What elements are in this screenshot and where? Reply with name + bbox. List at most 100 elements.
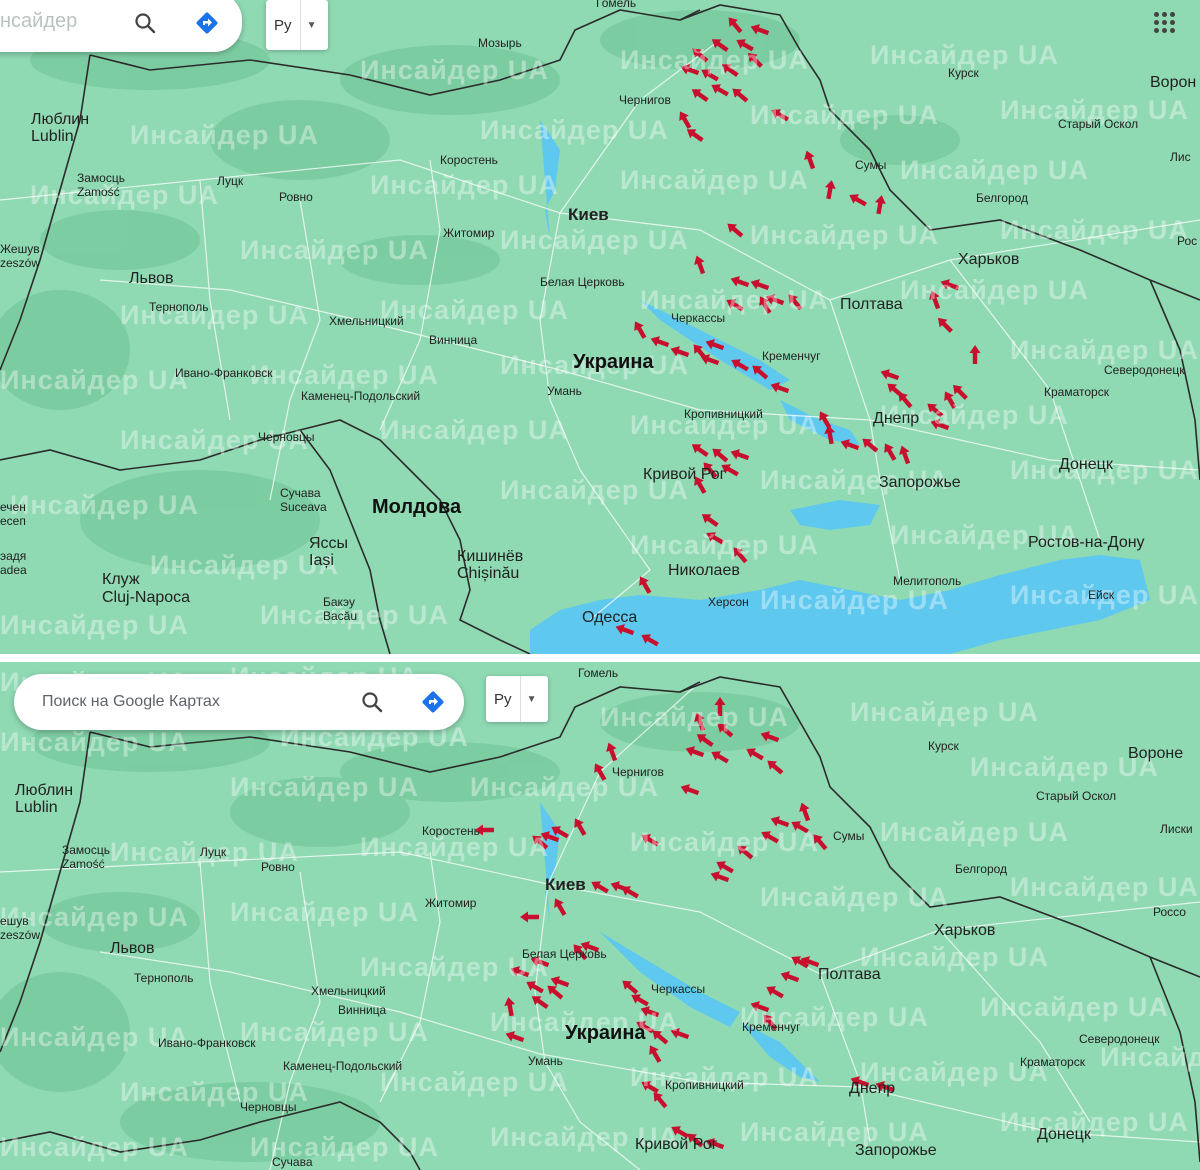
city-label[interactable]: Полтава	[840, 296, 903, 314]
city-label[interactable]: Чернигов	[619, 93, 671, 107]
city-label[interactable]: Краматорск	[1020, 1055, 1085, 1069]
city-label-capital[interactable]: Киев	[568, 205, 609, 224]
city-label[interactable]: Замосць Zamość	[77, 171, 125, 199]
chevron-down-icon[interactable]: ▼	[299, 0, 323, 50]
search-icon[interactable]	[130, 8, 160, 38]
city-label[interactable]: Ворон	[1150, 74, 1196, 92]
city-label-capital[interactable]: Кишинёв Chișinău	[457, 548, 523, 582]
map-canvas[interactable]	[0, 662, 1200, 1170]
city-label[interactable]: Днепр	[873, 410, 919, 428]
city-label[interactable]: Кривой Рог	[635, 1136, 717, 1154]
city-label[interactable]: Рос	[1177, 234, 1197, 248]
city-label[interactable]: Херсон	[708, 595, 749, 609]
apps-grid-icon[interactable]	[1154, 12, 1175, 33]
city-label[interactable]: Северодонецк	[1079, 1032, 1159, 1046]
city-label[interactable]: Запорожье	[879, 474, 961, 492]
directions-icon[interactable]	[192, 8, 222, 38]
city-label[interactable]: Курск	[948, 66, 979, 80]
search-box[interactable]: Поиск на Google Картах	[14, 674, 464, 730]
city-label[interactable]: Белгород	[976, 191, 1028, 205]
city-label[interactable]: Старый Оскол	[1036, 789, 1116, 803]
city-label[interactable]: Умань	[547, 384, 582, 398]
language-selector[interactable]: Ру ▼	[266, 0, 328, 50]
city-label[interactable]: Луцк	[217, 174, 243, 188]
city-label[interactable]: Умань	[528, 1054, 563, 1068]
city-label[interactable]: Черкассы	[651, 982, 705, 996]
city-label[interactable]: Запорожье	[855, 1142, 937, 1160]
city-label[interactable]: ечен есеп	[0, 500, 26, 528]
city-label[interactable]: Хмельницкий	[311, 984, 386, 998]
city-label[interactable]: Лис	[1170, 150, 1191, 164]
city-label[interactable]: Ейск	[1088, 588, 1114, 602]
city-label[interactable]: Ростов-на-Дону	[1028, 534, 1145, 552]
city-label[interactable]: Одесса	[582, 609, 637, 627]
city-label[interactable]: Старый Оскол	[1058, 117, 1138, 131]
city-label[interactable]: Луцк	[200, 845, 226, 859]
city-label[interactable]: Днепр	[849, 1080, 895, 1098]
city-label[interactable]: Житомир	[425, 896, 476, 910]
city-label[interactable]: Гомель	[578, 666, 618, 680]
city-label[interactable]: Харьков	[958, 251, 1019, 269]
city-label[interactable]: Каменец-Подольский	[283, 1059, 402, 1073]
search-box[interactable]: нсайдер	[0, 0, 242, 52]
directions-icon[interactable]	[418, 687, 448, 717]
search-input[interactable]: нсайдер	[0, 10, 77, 33]
city-label[interactable]: Белая Церковь	[522, 947, 607, 961]
language-selector[interactable]: Ру ▼	[486, 676, 548, 722]
map-panel-bottom[interactable]: Инсайдер UA Инсайдер UA Инсайдер UA Инса…	[0, 662, 1200, 1170]
city-label[interactable]: Тернополь	[149, 300, 208, 314]
city-label[interactable]: Донецк	[1059, 456, 1113, 474]
city-label[interactable]: Полтава	[818, 966, 881, 984]
city-label[interactable]: Сучава Suceava	[280, 486, 327, 514]
city-label[interactable]: Северодонецк	[1104, 363, 1184, 377]
city-label[interactable]: Житомир	[443, 226, 494, 240]
city-label[interactable]: Ивано-Франковск	[175, 366, 272, 380]
city-label[interactable]: Хмельницкий	[329, 314, 404, 328]
city-label[interactable]: Каменец-Подольский	[301, 389, 420, 403]
city-label[interactable]: Лиски	[1160, 822, 1193, 836]
search-input[interactable]: Поиск на Google Картах	[42, 693, 220, 711]
city-label[interactable]: Винница	[429, 333, 477, 347]
city-label[interactable]: Ивано-Франковск	[158, 1036, 255, 1050]
city-label[interactable]: Кременчуг	[762, 349, 821, 363]
city-label[interactable]: Кропивницкий	[684, 407, 763, 421]
city-label[interactable]: Харьков	[934, 922, 995, 940]
city-label[interactable]: Львов	[129, 270, 174, 288]
city-label[interactable]: Люблин Lublin	[31, 111, 89, 145]
city-label[interactable]: Белая Церковь	[540, 275, 625, 289]
city-label[interactable]: Ровно	[261, 860, 295, 874]
city-label[interactable]: Бакэу Bacău	[323, 595, 357, 623]
city-label[interactable]: ешув zeszów	[0, 914, 40, 942]
city-label[interactable]: Чернигов	[612, 765, 664, 779]
city-label[interactable]: Белгород	[955, 862, 1007, 876]
city-label[interactable]: Тернополь	[134, 971, 193, 985]
search-icon[interactable]	[357, 687, 387, 717]
city-label[interactable]: Черновцы	[258, 430, 315, 444]
city-label[interactable]: Кременчуг	[742, 1020, 801, 1034]
map-canvas[interactable]	[0, 0, 1200, 654]
city-label[interactable]: Сучава	[272, 1155, 313, 1169]
city-label[interactable]: Люблин Lublin	[15, 782, 73, 816]
city-label[interactable]: Курск	[928, 739, 959, 753]
city-label[interactable]: Винница	[338, 1003, 386, 1017]
city-label[interactable]: Кривой Рог	[643, 466, 725, 484]
map-panel-top[interactable]: Инсайдер UA Инсайдер UA Инсайдер UA Инса…	[0, 0, 1200, 654]
city-label[interactable]: Николаев	[668, 562, 740, 580]
city-label[interactable]: Мелитополь	[893, 574, 961, 588]
city-label[interactable]: Гомель	[596, 0, 636, 10]
city-label[interactable]: Клуж Cluj-Napoca	[102, 571, 190, 607]
city-label[interactable]: Сумы	[833, 829, 864, 843]
city-label[interactable]: Кропивницкий	[665, 1078, 744, 1092]
city-label[interactable]: Краматорск	[1044, 385, 1109, 399]
city-label[interactable]: Жешув zeszów	[0, 242, 40, 270]
city-label[interactable]: Мозырь	[478, 36, 522, 50]
city-label[interactable]: Сумы	[855, 158, 886, 172]
city-label[interactable]: Замосць Zamość	[62, 843, 110, 871]
city-label[interactable]: Россо	[1153, 905, 1186, 919]
city-label[interactable]: эадя adea	[0, 549, 27, 577]
city-label[interactable]: Черкассы	[671, 311, 725, 325]
city-label[interactable]: Донецк	[1037, 1126, 1091, 1144]
city-label[interactable]: Коростень	[440, 153, 498, 167]
chevron-down-icon[interactable]: ▼	[519, 676, 543, 722]
city-label[interactable]: Вороне	[1128, 745, 1183, 763]
